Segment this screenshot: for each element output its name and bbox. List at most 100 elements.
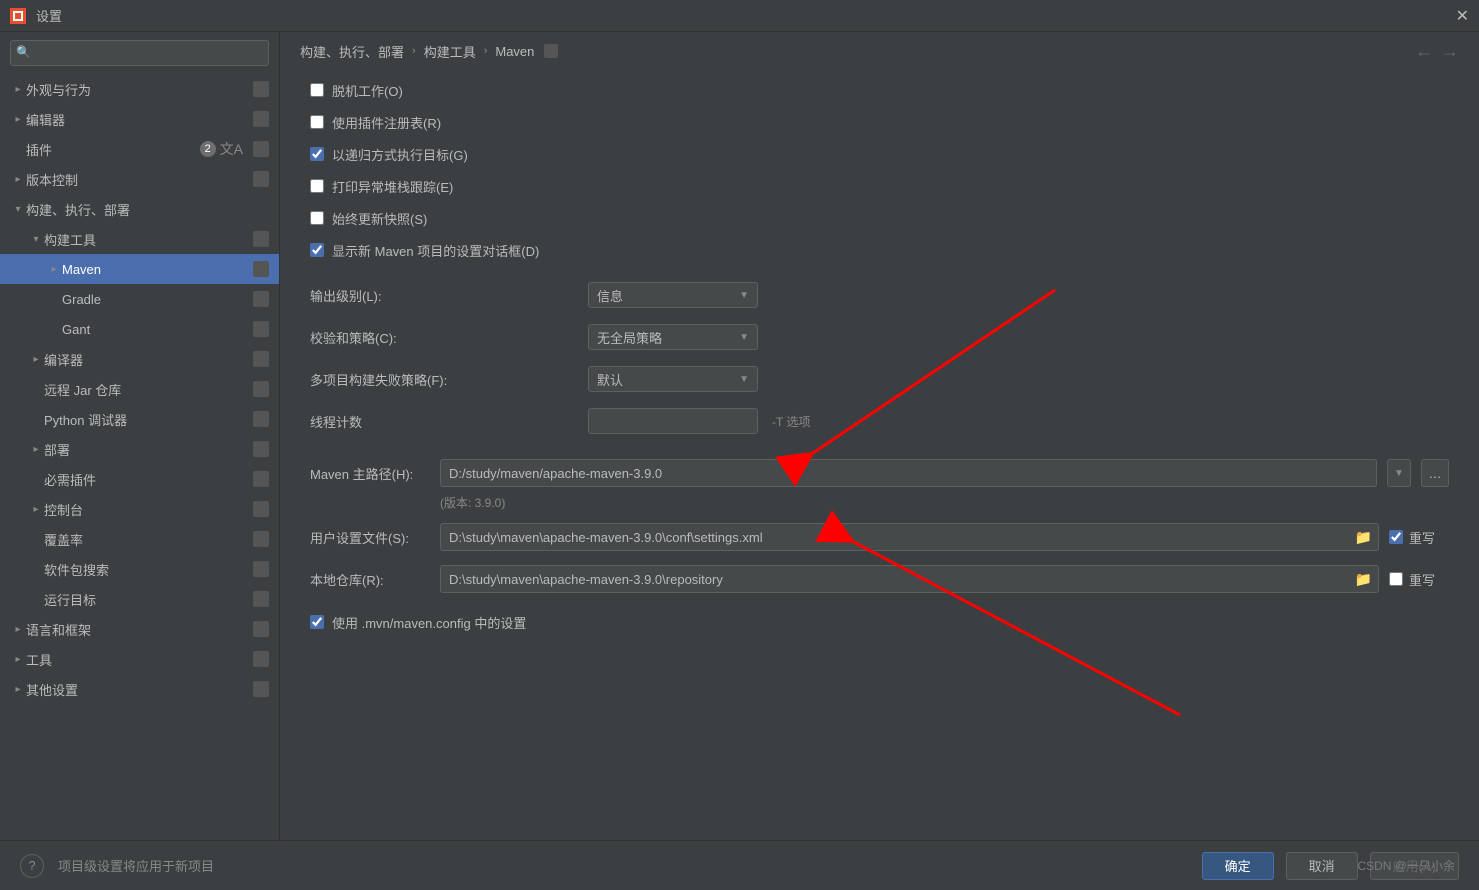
sidebar-item[interactable]: Maven xyxy=(0,254,279,284)
help-icon[interactable]: ? xyxy=(20,854,44,878)
offline-checkbox[interactable] xyxy=(310,83,324,97)
sidebar-item[interactable]: 运行目标 xyxy=(0,584,279,614)
sidebar-item[interactable]: 部署 xyxy=(0,434,279,464)
sidebar-item[interactable]: 语言和框架 xyxy=(0,614,279,644)
project-scope-icon xyxy=(253,141,269,157)
user-settings-label: 用户设置文件(S): xyxy=(310,528,430,547)
crumb-1[interactable]: 构建、执行、部署 xyxy=(300,42,404,61)
sidebar-item-label: 必需插件 xyxy=(44,470,247,489)
dialog-checkbox[interactable] xyxy=(310,243,324,257)
project-scope-icon xyxy=(253,681,269,697)
sidebar-item[interactable]: 版本控制 xyxy=(0,164,279,194)
tree-arrow-icon xyxy=(10,204,26,215)
sidebar-item[interactable]: Python 调试器 xyxy=(0,404,279,434)
maven-home-browse-button[interactable]: … xyxy=(1421,459,1449,487)
maven-version: (版本: 3.9.0) xyxy=(440,494,1449,516)
sidebar-item[interactable]: 工具 xyxy=(0,644,279,674)
checksum-value: 无全局策略 xyxy=(597,328,662,347)
sidebar-item-label: Gradle xyxy=(62,292,247,307)
project-scope-icon xyxy=(253,651,269,667)
tree-arrow-icon xyxy=(28,504,44,515)
project-scope-icon xyxy=(253,501,269,517)
plugin-registry-checkbox[interactable] xyxy=(310,115,324,129)
window-title: 设置 xyxy=(36,6,62,25)
sidebar-item-label: 构建工具 xyxy=(44,230,247,249)
folder-icon[interactable]: 📁 xyxy=(1355,529,1372,546)
app-logo-icon xyxy=(10,8,26,24)
settings-tree: 外观与行为编辑器插件2文A版本控制构建、执行、部署构建工具 Maven Gradle… xyxy=(0,74,279,840)
ok-button[interactable]: 确定 xyxy=(1202,852,1274,880)
dialog-label: 显示新 Maven 项目的设置对话框(D) xyxy=(332,241,539,260)
tree-arrow-icon xyxy=(28,354,44,365)
stacktrace-checkbox[interactable] xyxy=(310,179,324,193)
chevron-down-icon: ▼ xyxy=(739,332,749,343)
project-scope-icon xyxy=(253,381,269,397)
output-level-select[interactable]: 信息▼ xyxy=(588,282,758,308)
search-wrap: 🔍 xyxy=(0,32,279,74)
threads-hint: -T 选项 xyxy=(772,413,810,430)
sidebar-item-label: 构建、执行、部署 xyxy=(26,200,269,219)
checksum-select[interactable]: 无全局策略 ▼ xyxy=(588,324,758,350)
chevron-right-icon: › xyxy=(484,45,488,57)
sidebar-item[interactable]: 控制台 xyxy=(0,494,279,524)
tree-arrow-icon xyxy=(10,624,26,635)
sidebar-item[interactable]: Gradle xyxy=(0,284,279,314)
search-input[interactable] xyxy=(10,40,269,66)
sidebar-item[interactable]: 远程 Jar 仓库 xyxy=(0,374,279,404)
project-scope-icon xyxy=(253,111,269,127)
project-scope-icon xyxy=(253,531,269,547)
cancel-button[interactable]: 取消 xyxy=(1286,852,1358,880)
folder-icon[interactable]: 📁 xyxy=(1355,571,1372,588)
sidebar-item[interactable]: 插件2文A xyxy=(0,134,279,164)
apply-button[interactable]: 应用(A) xyxy=(1370,852,1459,880)
project-scope-icon xyxy=(253,561,269,577)
user-settings-input[interactable]: D:\study\maven\apache-maven-3.9.0\conf\s… xyxy=(440,523,1379,551)
sidebar-item[interactable]: 软件包搜索 xyxy=(0,554,279,584)
local-repo-override-checkbox[interactable] xyxy=(1389,572,1403,586)
snapshot-label: 始终更新快照(S) xyxy=(332,209,427,228)
threads-input[interactable] xyxy=(588,408,758,434)
user-settings-override-checkbox[interactable] xyxy=(1389,530,1403,544)
chevron-down-icon: ▼ xyxy=(739,374,749,385)
sidebar-item[interactable]: 必需插件 xyxy=(0,464,279,494)
sidebar-item-label: 编译器 xyxy=(44,350,247,369)
sidebar-item-label: 部署 xyxy=(44,440,247,459)
offline-label: 脱机工作(O) xyxy=(332,81,403,100)
sidebar-item[interactable]: 其他设置 xyxy=(0,674,279,704)
recursive-checkbox[interactable] xyxy=(310,147,324,161)
tree-arrow-icon xyxy=(10,654,26,665)
close-icon[interactable]: ✕ xyxy=(1456,6,1469,26)
maven-home-value: D:/study/maven/apache-maven-3.9.0 xyxy=(449,466,662,481)
sidebar-item[interactable]: 构建、执行、部署 xyxy=(0,194,279,224)
sidebar-item[interactable]: 覆盖率 xyxy=(0,524,279,554)
sidebar: 🔍 外观与行为编辑器插件2文A版本控制构建、执行、部署构建工具 Maven Grad… xyxy=(0,32,280,840)
sidebar-item[interactable]: 外观与行为 xyxy=(0,74,279,104)
multifail-select[interactable]: 默认▼ xyxy=(588,366,758,392)
sidebar-item-label: 运行目标 xyxy=(44,590,247,609)
tree-arrow-icon xyxy=(10,684,26,695)
back-icon[interactable]: ← xyxy=(1415,41,1433,62)
sidebar-item-label: 软件包搜索 xyxy=(44,560,247,579)
sidebar-item[interactable]: 构建工具 xyxy=(0,224,279,254)
project-scope-icon xyxy=(253,291,269,307)
sidebar-item[interactable]: 编译器 xyxy=(0,344,279,374)
maven-home-label: Maven 主路径(H): xyxy=(310,464,430,483)
tree-arrow-icon xyxy=(10,114,26,125)
sidebar-item-label: 控制台 xyxy=(44,500,247,519)
sidebar-item[interactable]: 编辑器 xyxy=(0,104,279,134)
sidebar-item[interactable]: Gant xyxy=(0,314,279,344)
maven-home-input[interactable]: D:/study/maven/apache-maven-3.9.0 xyxy=(440,459,1377,487)
update-badge: 2 xyxy=(200,141,216,157)
useconfig-checkbox[interactable] xyxy=(310,615,324,629)
footer: ? 项目级设置将应用于新项目 确定 取消 应用(A) CSDN @一只小余 xyxy=(0,840,1479,890)
sidebar-item-label: 语言和框架 xyxy=(26,620,247,639)
forward-icon[interactable]: → xyxy=(1441,41,1459,62)
search-icon: 🔍 xyxy=(16,45,31,59)
crumb-2[interactable]: 构建工具 xyxy=(424,42,476,61)
snapshot-checkbox[interactable] xyxy=(310,211,324,225)
local-repo-label: 本地仓库(R): xyxy=(310,570,430,589)
local-repo-input[interactable]: D:\study\maven\apache-maven-3.9.0\reposi… xyxy=(440,565,1379,593)
crumb-3: Maven xyxy=(495,44,534,59)
maven-home-dropdown[interactable]: ▼ xyxy=(1387,459,1411,487)
project-scope-icon xyxy=(253,591,269,607)
